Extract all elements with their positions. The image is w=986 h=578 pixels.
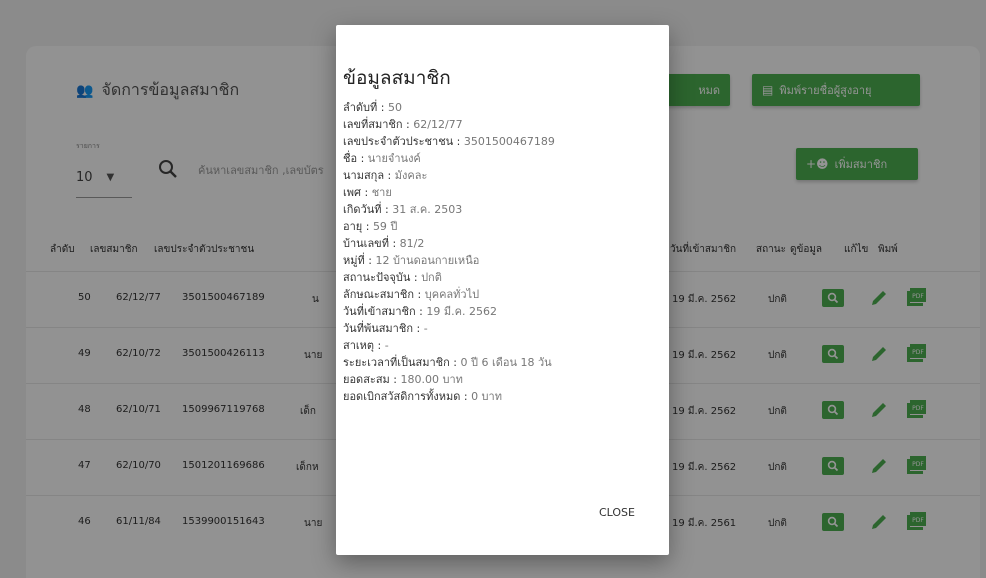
detail-label: เพศ : — [343, 186, 372, 199]
detail-value: 19 มี.ค. 2562 — [426, 305, 497, 318]
dialog-detail-line: หมู่ที่ : 12 บ้านดอนกายเหนือ — [343, 252, 661, 269]
detail-label: บ้านเลขที่ : — [343, 237, 400, 250]
dialog-detail-line: ระยะเวลาที่เป็นสมาชิก : 0 ปี 6 เดือน 18 … — [343, 354, 661, 371]
detail-label: วันที่เข้าสมาชิก : — [343, 305, 427, 318]
dialog-detail-line: สถานะปัจจุบัน : ปกติ — [343, 269, 661, 286]
detail-value: ชาย — [371, 186, 392, 199]
dialog-detail-line: ลักษณะสมาชิก : บุคคลทั่วไป — [343, 286, 661, 303]
dialog-detail-line: เลขประจำตัวประชาชน : 3501500467189 — [343, 133, 661, 150]
detail-label: ระยะเวลาที่เป็นสมาชิก : — [343, 356, 461, 369]
detail-value: - — [384, 339, 389, 352]
dialog-detail-line: ชื่อ : นายจำนงค์ — [343, 150, 661, 167]
detail-value: ปกติ — [421, 271, 442, 284]
detail-label: ยอดสะสม : — [343, 373, 401, 386]
dialog-detail-line: นามสกุล : มังคละ — [343, 167, 661, 184]
detail-label: ลำดับที่ : — [343, 101, 388, 114]
dialog-detail-line: เลขที่สมาชิก : 62/12/77 — [343, 116, 661, 133]
dialog-detail-line: ยอดสะสม : 180.00 บาท — [343, 371, 661, 388]
detail-value: 3501500467189 — [463, 135, 555, 148]
dialog-detail-line: บ้านเลขที่ : 81/2 — [343, 235, 661, 252]
dialog-detail-line: วันที่เข้าสมาชิก : 19 มี.ค. 2562 — [343, 303, 661, 320]
dialog-detail-list: ลำดับที่ : 50 เลขที่สมาชิก : 62/12/77 เลขป… — [343, 99, 661, 405]
detail-label: วันที่พ้นสมาชิก : — [343, 322, 424, 335]
detail-label: นามสกุล : — [343, 169, 395, 182]
detail-value: นายจำนงค์ — [367, 152, 421, 165]
detail-label: หมู่ที่ : — [343, 254, 376, 267]
detail-value: 59 ปี — [372, 220, 398, 233]
close-button[interactable]: CLOSE — [589, 501, 645, 523]
dialog-detail-line: เกิดวันที่ : 31 ส.ค. 2503 — [343, 201, 661, 218]
detail-label: สาเหตุ : — [343, 339, 385, 352]
detail-label: ยอดเบิกสวัสดิการทั้งหมด : — [343, 390, 472, 403]
detail-value: 0 บาท — [471, 390, 502, 403]
dialog-detail-line: ยอดเบิกสวัสดิการทั้งหมด : 0 บาท — [343, 388, 661, 405]
dialog-title: ข้อมูลสมาชิก — [343, 67, 451, 89]
detail-value: 180.00 บาท — [400, 373, 463, 386]
detail-value: 50 — [388, 101, 402, 114]
dialog-detail-line: วันที่พ้นสมาชิก : - — [343, 320, 661, 337]
detail-label: เลขประจำตัวประชาชน : — [343, 135, 464, 148]
dialog-detail-line: อายุ : 59 ปี — [343, 218, 661, 235]
detail-label: ลักษณะสมาชิก : — [343, 288, 425, 301]
detail-value: 0 ปี 6 เดือน 18 วัน — [460, 356, 552, 369]
detail-label: สถานะปัจจุบัน : — [343, 271, 422, 284]
detail-label: อายุ : — [343, 220, 373, 233]
dialog-detail-line: ลำดับที่ : 50 — [343, 99, 661, 116]
detail-label: เลขที่สมาชิก : — [343, 118, 414, 131]
member-info-dialog: ข้อมูลสมาชิก ลำดับที่ : 50 เลขที่สมาชิก :… — [336, 25, 669, 555]
detail-value: - — [423, 322, 428, 335]
dialog-detail-line: เพศ : ชาย — [343, 184, 661, 201]
detail-value: 12 บ้านดอนกายเหนือ — [375, 254, 480, 267]
detail-value: 62/12/77 — [413, 118, 463, 131]
detail-value: มังคละ — [394, 169, 428, 182]
detail-value: บุคคลทั่วไป — [424, 288, 480, 301]
dialog-detail-line: สาเหตุ : - — [343, 337, 661, 354]
detail-value: 81/2 — [399, 237, 425, 250]
detail-label: เกิดวันที่ : — [343, 203, 393, 216]
detail-label: ชื่อ : — [343, 152, 368, 165]
detail-value: 31 ส.ค. 2503 — [392, 203, 463, 216]
